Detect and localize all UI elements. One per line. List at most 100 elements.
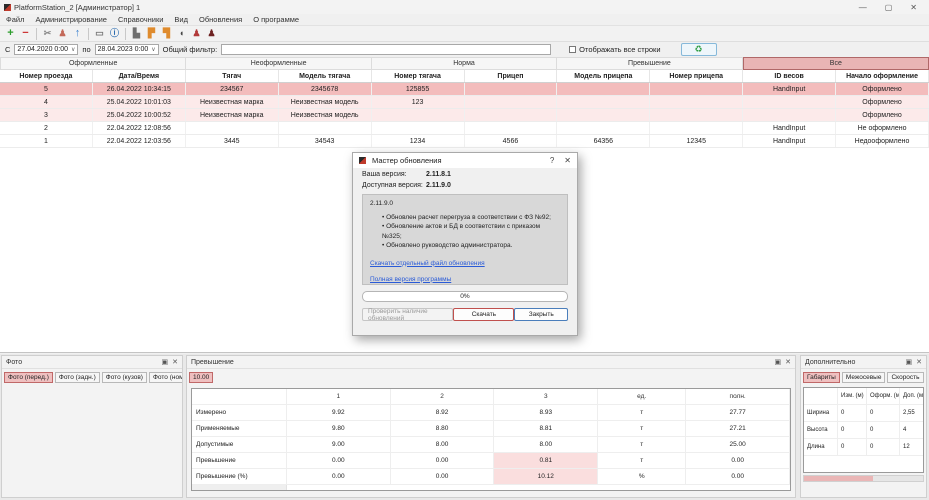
close-button[interactable]: Закрыть: [514, 308, 568, 321]
menu-file[interactable]: Файл: [6, 15, 24, 24]
table-row: Допустимые 9.00 8.00 8.00 т 25.00: [192, 437, 790, 453]
tab-dimensions[interactable]: Габариты: [803, 372, 840, 383]
cell: 2: [0, 122, 93, 134]
tools-icon[interactable]: ✂: [40, 26, 55, 41]
tab-interaxle[interactable]: Межосевые: [842, 372, 886, 383]
col-allowed: Доп. (м): [900, 388, 924, 405]
download-button[interactable]: Скачать: [453, 308, 514, 321]
tab-photo-front[interactable]: Фото (перед.): [4, 372, 53, 383]
maximize-icon[interactable]: ▢: [885, 3, 893, 12]
dock-pin-icon[interactable]: ▣: [162, 358, 169, 366]
cell: Неизвестная марка: [186, 96, 279, 108]
person-icon[interactable]: ♟: [189, 26, 204, 41]
show-all-rows-checkbox[interactable]: [569, 46, 576, 53]
truck-icon[interactable]: ▛: [144, 26, 159, 41]
menu-view[interactable]: Вид: [174, 15, 188, 24]
table-row[interactable]: 2 22.04.2022 12:08:56 HandInput Не оформ…: [0, 122, 929, 135]
tab-speed[interactable]: Скорость: [887, 372, 923, 383]
cell: 27.77: [686, 405, 790, 421]
dock-pin-icon[interactable]: ▣: [906, 358, 913, 366]
col-trailer[interactable]: Прицеп: [465, 70, 558, 82]
person2-icon[interactable]: ♟: [204, 26, 219, 41]
row-label: Ширина: [804, 405, 838, 422]
horizontal-scrollbar[interactable]: [803, 475, 924, 482]
col-scale-id[interactable]: ID весов: [743, 70, 836, 82]
refresh-button[interactable]: ♻: [681, 43, 717, 56]
cell: Неизвестная марка: [186, 109, 279, 121]
arrow-up-icon[interactable]: ↑: [70, 26, 85, 41]
minimize-icon[interactable]: —: [859, 3, 867, 12]
tab-photo-body[interactable]: Фото (кузов): [102, 372, 147, 383]
photo-tabs: Фото (перед.) Фото (задн.) Фото (кузов) …: [2, 369, 182, 386]
cell: [372, 109, 465, 121]
tab-excess-10[interactable]: 10.00: [189, 372, 213, 383]
menu-administration[interactable]: Администрирование: [35, 15, 107, 24]
cell: 8.80: [391, 421, 495, 437]
cell: HandInput: [743, 135, 836, 147]
cell-highlighted: 0.81: [494, 453, 598, 469]
col-trailer-number[interactable]: Номер прицепа: [650, 70, 743, 82]
link-download-update-file[interactable]: Скачать отдельный файл обновления: [370, 260, 560, 267]
excess-table-header: 1 2 3 ед. полн.: [192, 389, 790, 405]
table-row[interactable]: 3 25.04.2022 10:00:52 Неизвестная марка …: [0, 109, 929, 122]
common-filter-input[interactable]: [221, 44, 551, 55]
check-updates-button[interactable]: Проверить наличие обновлений: [362, 308, 453, 321]
tab-photo-plate[interactable]: Фото (номер пр.): [149, 372, 182, 383]
tab-all[interactable]: Все: [743, 57, 929, 70]
tab-excess[interactable]: Превышение: [557, 57, 742, 70]
remove-icon[interactable]: −: [18, 26, 33, 41]
tab-photo-rear[interactable]: Фото (задн.): [55, 372, 100, 383]
close-icon[interactable]: ✕: [564, 156, 571, 165]
link-full-version[interactable]: Полная версия программы: [370, 276, 560, 283]
cell: 0.00: [287, 453, 391, 469]
app-icon: [4, 4, 11, 11]
close-icon[interactable]: ✕: [172, 358, 178, 366]
row-label: Превышение: [192, 453, 287, 469]
date-from-picker[interactable]: 27.04.2020 0:00 ∨: [14, 44, 78, 55]
info-icon[interactable]: ⓘ: [107, 26, 122, 41]
cell: 5: [0, 83, 93, 95]
menu-about[interactable]: О программе: [253, 15, 299, 24]
table-row[interactable]: 5 26.04.2022 10:34:15 234567 2345678 125…: [0, 83, 929, 96]
photo-panel-header: Фото ▣ ✕: [2, 356, 182, 369]
table-row[interactable]: 1 22.04.2022 12:03:56 3445 34543 1234 45…: [0, 135, 929, 148]
window-icon[interactable]: ▭: [92, 26, 107, 41]
date-to-picker[interactable]: 28.04.2023 0:00 ∨: [95, 44, 159, 55]
col-pass-number[interactable]: Номер проезда: [0, 70, 93, 82]
status-tab-bar: Оформленные Неоформленные Норма Превышен…: [0, 57, 929, 70]
col-datetime[interactable]: Дата/Время: [93, 70, 186, 82]
cell: 8.00: [494, 437, 598, 453]
scrollbar-thumb[interactable]: [804, 476, 873, 481]
row-label: Превышение (%): [192, 469, 287, 485]
help-icon[interactable]: ?: [550, 156, 554, 165]
col-tractor-model[interactable]: Модель тягача: [279, 70, 372, 82]
table-row[interactable]: 4 25.04.2022 10:01:03 Неизвестная марка …: [0, 96, 929, 109]
truck2-icon[interactable]: ▜: [159, 26, 174, 41]
menu-updates[interactable]: Обновления: [199, 15, 242, 24]
tab-registered[interactable]: Оформленные: [0, 57, 186, 70]
close-icon[interactable]: ✕: [785, 358, 791, 366]
weighbridge-icon[interactable]: ▙: [129, 26, 144, 41]
your-version-row: Ваша версия: 2.11.8.1: [353, 170, 577, 179]
close-icon[interactable]: ✕: [910, 3, 917, 12]
col-registration-start[interactable]: Начало оформление: [836, 70, 929, 82]
cell: 0: [867, 422, 900, 439]
chevron-down-icon[interactable]: ∨: [151, 46, 155, 53]
user-arrow-icon[interactable]: ♟: [55, 26, 70, 41]
cell: 25.00: [686, 437, 790, 453]
your-version-label: Ваша версия:: [362, 171, 426, 178]
dock-pin-icon[interactable]: ▣: [775, 358, 782, 366]
cell: 125855: [372, 83, 465, 95]
menu-references[interactable]: Справочники: [118, 15, 163, 24]
close-icon[interactable]: ✕: [916, 358, 922, 366]
chevron-down-icon[interactable]: ∨: [71, 46, 75, 53]
col-tractor[interactable]: Тягач: [186, 70, 279, 82]
col-trailer-model[interactable]: Модель прицепа: [557, 70, 650, 82]
col-tractor-number[interactable]: Номер тягача: [372, 70, 465, 82]
toolbar: + − ✂ ♟ ↑ ▭ ⓘ ▙ ▛ ▜ ◖ ♟ ♟: [0, 25, 929, 42]
crescent-icon[interactable]: ◖: [174, 26, 189, 41]
photo-panel-title: Фото: [6, 359, 22, 366]
tab-unregistered[interactable]: Неоформленные: [186, 57, 371, 70]
tab-norm[interactable]: Норма: [372, 57, 557, 70]
add-icon[interactable]: +: [3, 26, 18, 41]
